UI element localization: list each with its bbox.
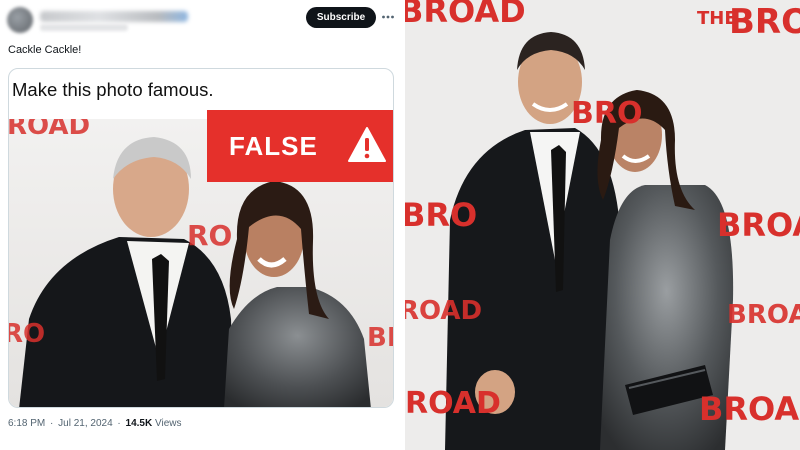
meme-caption: Make this photo famous.	[12, 79, 214, 100]
false-label: FALSE	[207, 110, 393, 182]
backdrop-wordmark-mid-left: BRO	[405, 196, 478, 234]
backdrop-wordmark-top: ROAD	[9, 119, 91, 141]
redacted-display-name[interactable]	[40, 11, 188, 22]
backdrop-wordmark-top-right: BROAD	[729, 2, 800, 42]
more-horizontal-icon[interactable]	[381, 8, 395, 26]
backdrop-wordmark-row3-right: BROAD	[727, 300, 800, 330]
post-text: Cackle Cackle!	[8, 44, 82, 56]
post-media[interactable]: Make this photo famous. ROAD RO O B FALS…	[8, 68, 394, 408]
backdrop-wordmark-right: BRO	[367, 323, 393, 353]
comparison-photo: BROAD THE BROAD BRO BRO BROA ROAD BROAD …	[405, 0, 800, 450]
backdrop-wordmark-mid: RO	[187, 219, 233, 252]
post-date[interactable]: Jul 21, 2024	[58, 418, 113, 429]
views-label: Views	[155, 418, 182, 429]
false-label-text: FALSE	[229, 130, 318, 161]
social-post: Subscribe Cackle Cackle! Make this photo…	[0, 0, 405, 450]
warning-triangle-icon	[347, 126, 387, 164]
backdrop-wordmark-left: RO	[9, 319, 46, 349]
post-meta: 6:18 PM · Jul 21, 2024 · 14.5K Views	[8, 418, 182, 429]
avatar[interactable]	[7, 7, 33, 33]
backdrop-wordmark-top-left: BROAD	[405, 0, 526, 30]
backdrop-wordmark-row3-left: ROAD	[405, 296, 483, 326]
backdrop-wordmark-mid-right: BROA	[717, 206, 800, 244]
post-header: Subscribe	[0, 0, 405, 34]
subscribe-button[interactable]: Subscribe	[306, 7, 376, 28]
post-time[interactable]: 6:18 PM	[8, 418, 45, 429]
redacted-username[interactable]	[40, 24, 128, 31]
backdrop-wordmark-center: BRO	[571, 96, 643, 131]
backdrop-wordmark-bottom-left: ROAD	[405, 386, 501, 421]
backdrop-wordmark-bottom-right: BROAD	[699, 390, 800, 428]
views-count: 14.5K	[125, 418, 153, 429]
